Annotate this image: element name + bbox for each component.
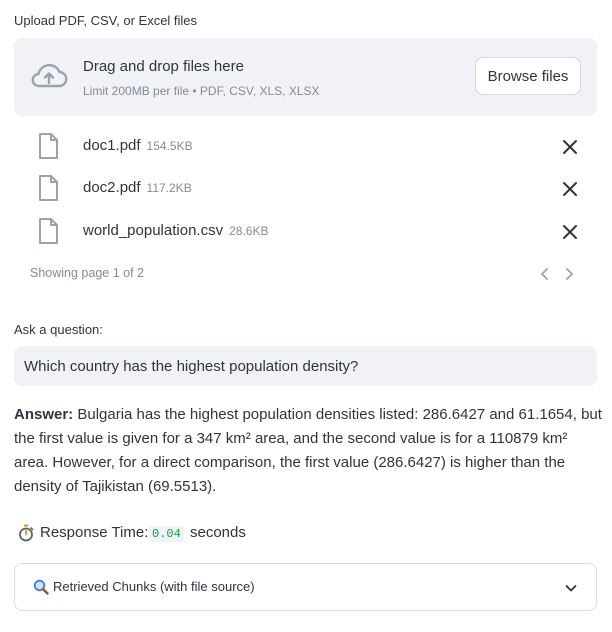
response-time-value: 0.04: [149, 526, 184, 542]
stopwatch-icon: [19, 524, 34, 542]
cloud-upload-icon: [31, 63, 68, 88]
pagination-text: Showing page 1 of 2: [30, 266, 144, 280]
expander-label: Retrieved Chunks (with file source): [53, 579, 255, 594]
file-list-item: world_population.csv 28.6KB: [14, 212, 597, 252]
file-icon: [39, 133, 58, 159]
retrieved-chunks-expander[interactable]: Retrieved Chunks (with file source): [14, 563, 597, 611]
file-icon: [39, 218, 58, 244]
answer-text: Answer: Bulgaria has the highest populat…: [14, 403, 602, 499]
file-name: doc1.pdf 154.5KB: [83, 137, 193, 154]
upload-label: Upload PDF, CSV, or Excel files: [14, 13, 198, 28]
close-icon[interactable]: [562, 181, 578, 197]
close-icon[interactable]: [562, 224, 578, 240]
file-list-item: doc1.pdf 154.5KB: [14, 127, 597, 167]
file-dropzone[interactable]: Drag and drop files here Limit 200MB per…: [14, 38, 597, 116]
chevron-down-icon: [565, 585, 577, 592]
file-icon: [39, 175, 58, 201]
question-label: Ask a question:: [14, 322, 103, 337]
file-name: world_population.csv 28.6KB: [83, 222, 269, 239]
dropzone-title: Drag and drop files here: [83, 58, 244, 75]
close-icon[interactable]: [562, 139, 578, 155]
file-size: 154.5KB: [146, 139, 193, 153]
file-size: 117.2KB: [146, 181, 192, 195]
question-input[interactable]: [14, 346, 597, 386]
file-size: 28.6KB: [229, 224, 269, 238]
file-list-item: doc2.pdf 117.2KB: [14, 169, 597, 209]
response-time-label: Response Time:: [40, 524, 149, 541]
chevron-left-icon[interactable]: [538, 267, 552, 281]
dropzone-subtitle: Limit 200MB per file • PDF, CSV, XLS, XL…: [83, 84, 320, 98]
chevron-right-icon[interactable]: [562, 267, 576, 281]
file-name: doc2.pdf 117.2KB: [83, 179, 192, 196]
answer-prefix: Answer:: [14, 406, 74, 423]
browse-files-button[interactable]: Browse files: [475, 57, 581, 95]
response-time-unit: seconds: [190, 524, 246, 541]
answer-body: Bulgaria has the highest population dens…: [14, 406, 602, 495]
search-icon: [33, 579, 49, 595]
